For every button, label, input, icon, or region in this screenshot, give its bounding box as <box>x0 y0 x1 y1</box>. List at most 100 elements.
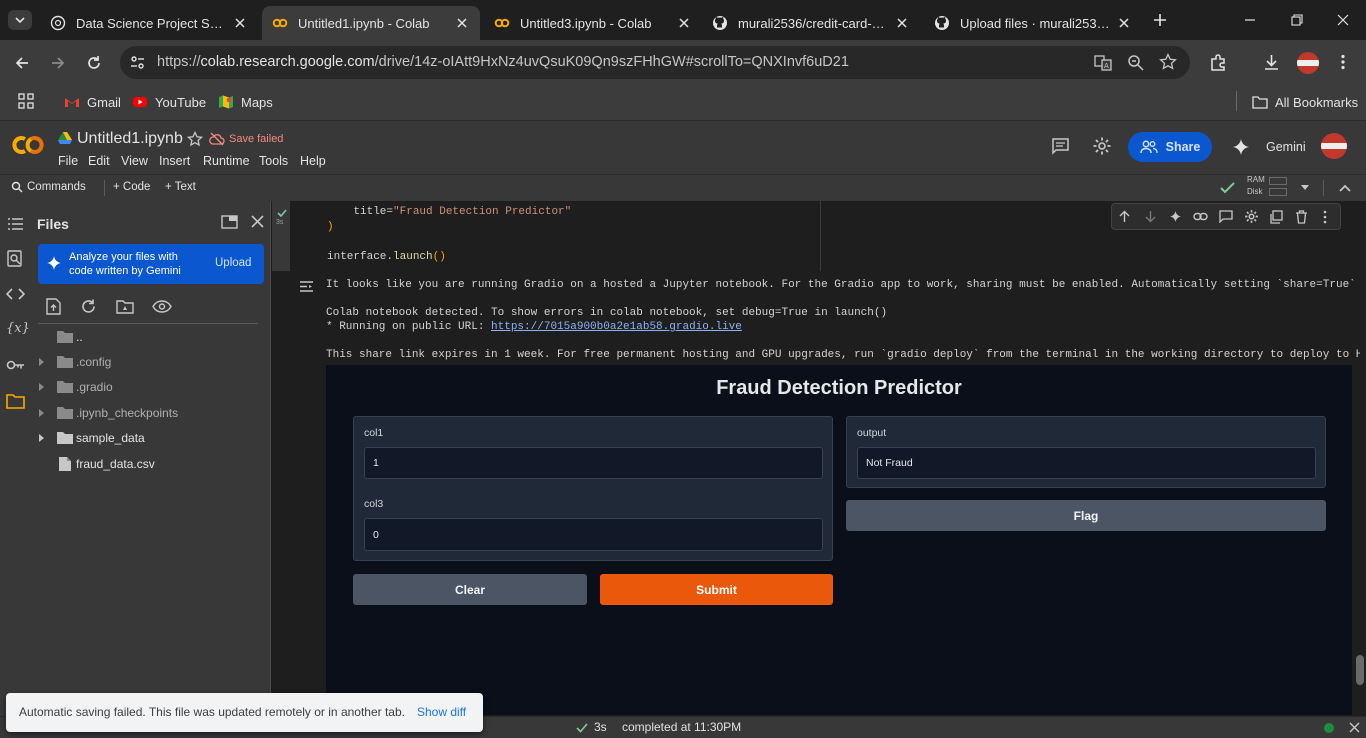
close-icon[interactable] <box>894 15 910 31</box>
download-icon[interactable] <box>1262 53 1281 72</box>
gemini-button[interactable]: Gemini <box>1232 138 1306 156</box>
submit-button[interactable]: Submit <box>600 574 833 605</box>
close-icon[interactable] <box>1349 722 1360 733</box>
mirror-cell-icon[interactable] <box>1270 210 1283 224</box>
code-snippets-icon[interactable] <box>6 287 25 301</box>
menu-file[interactable]: File <box>58 154 78 168</box>
file-tree-item-config[interactable]: .config <box>38 354 111 369</box>
menu-view[interactable]: View <box>121 154 148 168</box>
expand-caret-icon[interactable] <box>38 382 46 392</box>
add-code-button[interactable]: + Code <box>113 181 150 193</box>
more-vert-icon[interactable] <box>1334 53 1352 71</box>
expand-caret-icon[interactable] <box>38 433 46 443</box>
caret-down-icon[interactable] <box>1299 184 1311 192</box>
link-icon[interactable] <box>1193 211 1208 222</box>
notebook-scrollbar-thumb[interactable] <box>1356 655 1364 685</box>
upload-file-icon[interactable] <box>46 298 61 315</box>
show-diff-button[interactable]: Show diff <box>417 705 466 719</box>
chevron-up-icon[interactable] <box>1338 182 1352 194</box>
account-avatar[interactable] <box>1321 133 1347 159</box>
open-in-tab-icon[interactable] <box>221 215 238 229</box>
restore-icon[interactable] <box>1290 13 1304 27</box>
refresh-icon[interactable] <box>80 298 97 315</box>
browser-tab-3[interactable]: Untitled3.ipynb - Colab <box>484 6 702 40</box>
file-tree-item-fraud-data[interactable]: fraud_data.csv <box>58 456 155 472</box>
clear-button[interactable]: Clear <box>353 574 587 605</box>
show-hidden-eye-icon[interactable] <box>152 300 172 313</box>
settings-gear-icon[interactable] <box>1092 136 1112 156</box>
bookmark-maps[interactable]: Maps <box>218 94 273 110</box>
commands-button[interactable]: Commands <box>11 181 86 193</box>
status-completed[interactable]: completed at 11:30PM <box>622 720 741 734</box>
expand-caret-icon[interactable] <box>38 357 46 367</box>
profile-avatar[interactable] <box>1297 52 1319 74</box>
back-arrow-icon[interactable] <box>13 54 31 72</box>
close-panel-icon[interactable] <box>251 215 264 228</box>
minimize-icon[interactable] <box>1243 13 1257 27</box>
translate-icon[interactable]: A <box>1094 54 1112 72</box>
share-button[interactable]: Share <box>1128 132 1212 162</box>
menu-tools[interactable]: Tools <box>259 154 288 168</box>
reload-icon[interactable] <box>85 54 103 72</box>
menu-help[interactable]: Help <box>300 154 326 168</box>
menu-insert[interactable]: Insert <box>159 154 190 168</box>
forward-arrow-icon[interactable] <box>49 54 67 72</box>
gemini-analyze-banner[interactable]: Analyze your files with code written by … <box>38 244 264 284</box>
expand-caret-icon[interactable] <box>38 408 46 418</box>
extensions-icon[interactable] <box>1209 53 1228 72</box>
menu-edit[interactable]: Edit <box>88 154 110 168</box>
file-tree-item-ipynb-checkpoints[interactable]: .ipynb_checkpoints <box>38 405 178 420</box>
output-actions-icon[interactable] <box>299 280 314 293</box>
bookmark-gmail[interactable]: Gmail <box>64 94 121 110</box>
close-icon[interactable] <box>1116 15 1132 31</box>
close-icon[interactable] <box>676 15 692 31</box>
save-status[interactable]: Save failed <box>229 133 283 145</box>
address-bar[interactable]: https://colab.research.google.com/drive/… <box>120 46 1190 79</box>
settings-gear-icon[interactable] <box>1244 209 1259 224</box>
close-icon[interactable] <box>232 15 248 31</box>
delete-trash-icon[interactable] <box>1295 210 1308 224</box>
find-replace-icon[interactable] <box>7 250 24 268</box>
variables-icon[interactable]: {x} <box>6 321 30 336</box>
apps-grid-icon[interactable] <box>18 93 34 109</box>
gradio-public-url-link[interactable]: https://7015a900b0a2e1ab58.gradio.live <box>491 321 742 333</box>
file-tree-item-sample-data[interactable]: sample_data <box>38 430 145 445</box>
col3-input[interactable]: 0 <box>364 518 823 551</box>
browser-tab-4[interactable]: murali2536/credit-card-fraud <box>702 6 920 40</box>
bookmark-youtube[interactable]: YouTube <box>132 94 206 110</box>
file-tree-item-parent[interactable]: .. <box>56 329 83 344</box>
close-icon[interactable] <box>454 15 470 31</box>
site-settings-icon[interactable] <box>129 54 146 71</box>
new-tab-icon[interactable] <box>1152 12 1168 28</box>
col1-input[interactable]: 1 <box>364 447 823 479</box>
move-down-icon[interactable] <box>1144 210 1157 223</box>
mount-drive-icon[interactable] <box>116 299 134 314</box>
gemini-upload-button[interactable]: Upload <box>215 257 251 269</box>
more-vert-icon[interactable] <box>1322 210 1328 224</box>
browser-tab-1[interactable]: Data Science Project Steps <box>40 6 258 40</box>
star-icon[interactable] <box>187 131 203 147</box>
browser-tab-5[interactable]: Upload files · murali2536/cre <box>924 6 1142 40</box>
colab-logo-icon[interactable] <box>11 134 45 156</box>
tab-search-button[interactable] <box>8 10 32 30</box>
browser-tab-2[interactable]: Untitled1.ipynb - Colab <box>262 6 480 40</box>
output-textbox[interactable]: Not Fraud <box>857 447 1316 479</box>
files-folder-icon[interactable] <box>6 393 25 409</box>
close-window-icon[interactable] <box>1336 13 1350 27</box>
comment-icon[interactable] <box>1219 210 1233 223</box>
move-up-icon[interactable] <box>1118 210 1131 223</box>
secrets-key-icon[interactable] <box>6 359 25 371</box>
zoom-icon[interactable] <box>1127 54 1145 72</box>
notebook-title[interactable]: Untitled1.ipynb <box>77 130 183 148</box>
disk-meter[interactable] <box>1269 188 1287 196</box>
add-text-button[interactable]: + Text <box>165 181 196 193</box>
menu-runtime[interactable]: Runtime <box>203 154 250 168</box>
ram-meter[interactable] <box>1269 177 1287 185</box>
flag-button[interactable]: Flag <box>846 500 1326 531</box>
file-tree-item-gradio[interactable]: .gradio <box>38 379 113 394</box>
all-bookmarks[interactable]: All Bookmarks <box>1252 94 1358 110</box>
bookmark-star-icon[interactable] <box>1159 53 1177 71</box>
table-of-contents-icon[interactable] <box>7 217 24 232</box>
comment-icon[interactable] <box>1051 137 1070 155</box>
gemini-sparkle-icon[interactable] <box>1169 210 1182 223</box>
